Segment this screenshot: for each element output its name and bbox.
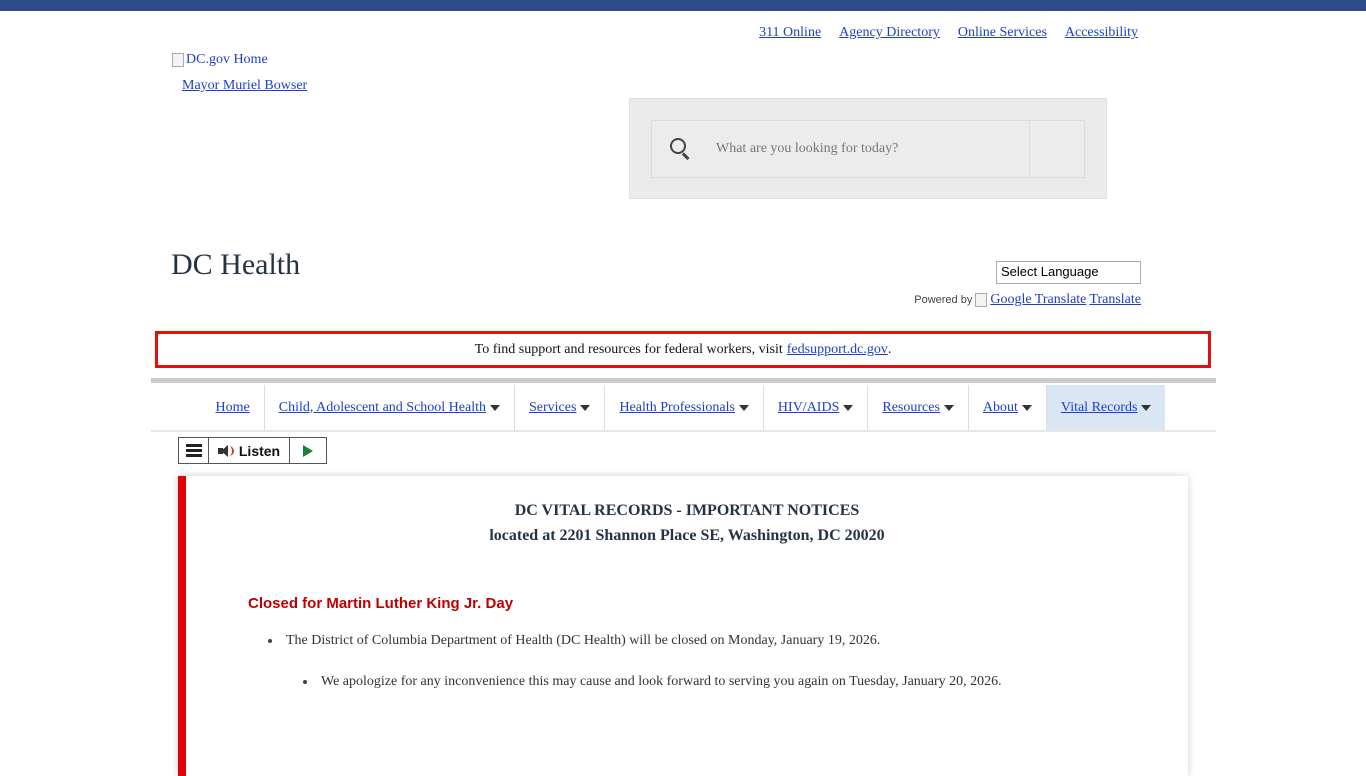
language-select[interactable]: Select Language <box>996 261 1141 284</box>
nav-label[interactable]: Services <box>529 400 576 416</box>
listen-label: Listen <box>238 442 281 459</box>
nav-label[interactable]: Child, Adolescent and School Health <box>279 400 486 416</box>
list-item: We apologize for any inconvenience this … <box>303 674 1002 690</box>
play-icon[interactable] <box>290 438 326 463</box>
nav-label[interactable]: Vital Records <box>1061 400 1138 416</box>
caret-down-icon[interactable] <box>738 404 749 411</box>
mayor-link[interactable]: Mayor Muriel Bowser <box>182 78 307 93</box>
broken-image-icon <box>172 53 184 67</box>
alert-suffix: . <box>887 341 892 357</box>
alert-text: To find support and resources for federa… <box>474 341 783 357</box>
menu-icon[interactable] <box>179 438 209 463</box>
notice-title-line1: DC VITAL RECORDS - IMPORTANT NOTICES <box>514 502 860 519</box>
nav-item-services[interactable]: Services <box>515 385 606 430</box>
list-item-text: We apologize for any inconvenience this … <box>321 674 1002 689</box>
dc-gov-home-logo[interactable]: DC.gov Home <box>172 52 268 68</box>
mayor-link-wrap: Mayor Muriel Bowser <box>182 78 307 94</box>
nav-label[interactable]: Resources <box>882 400 940 416</box>
notice-title-line2: located at 2201 Shannon Place SE, Washin… <box>489 527 885 544</box>
nav-label[interactable]: Health Professionals <box>619 400 734 416</box>
nav-item-home[interactable]: Home <box>202 385 265 430</box>
bullet-icon <box>268 639 272 643</box>
link-agency-directory[interactable]: Agency Directory <box>839 25 940 41</box>
nav-item-child-adolescent-school-health[interactable]: Child, Adolescent and School Health <box>265 385 515 430</box>
caret-down-icon[interactable] <box>843 404 854 411</box>
speaker-icon <box>217 444 234 457</box>
caret-down-icon[interactable] <box>943 404 954 411</box>
search-input[interactable] <box>716 141 1006 157</box>
bullet-icon <box>303 680 307 684</box>
caret-down-icon[interactable] <box>490 404 500 411</box>
search-icon[interactable] <box>670 138 692 160</box>
fedsupport-link[interactable]: fedsupport.dc.gov <box>787 342 888 358</box>
notice-card: DC VITAL RECORDS - IMPORTANT NOTICES loc… <box>178 476 1188 776</box>
nav-item-vital-records[interactable]: Vital Records <box>1046 385 1166 430</box>
nav-label[interactable]: About <box>983 400 1018 416</box>
caret-down-icon[interactable] <box>580 404 591 411</box>
federal-workers-alert: To find support and resources for federa… <box>155 331 1211 368</box>
caret-down-icon[interactable] <box>1141 404 1152 411</box>
top-accent-bar <box>0 0 1366 11</box>
dc-gov-home-alt-text[interactable]: DC.gov Home <box>186 52 268 68</box>
nav-divider <box>151 430 1216 432</box>
link-311-online[interactable]: 311 Online <box>759 25 821 41</box>
nav-label[interactable]: Home <box>216 400 250 416</box>
nav-item-about[interactable]: About <box>969 385 1047 430</box>
translate-link[interactable]: Translate <box>1089 292 1141 308</box>
nav-item-health-professionals[interactable]: Health Professionals <box>605 385 764 430</box>
list-item: The District of Columbia Department of H… <box>268 633 880 649</box>
google-translate-alt[interactable]: Google Translate <box>990 292 1086 308</box>
nav-divider <box>151 378 1216 383</box>
nav-label[interactable]: HIV/AIDS <box>778 400 839 416</box>
main-nav: Home Child, Adolescent and School Health… <box>151 385 1216 430</box>
readspeaker-toolbar: Listen <box>178 437 327 464</box>
nav-item-resources[interactable]: Resources <box>868 385 969 430</box>
powered-by-label: Powered by <box>914 294 973 306</box>
notice-title: DC VITAL RECORDS - IMPORTANT NOTICES loc… <box>186 498 1188 548</box>
page-title: DC Health <box>171 248 301 281</box>
listen-button[interactable]: Listen <box>209 438 290 463</box>
list-item-text: The District of Columbia Department of H… <box>286 633 881 648</box>
closed-heading: Closed for Martin Luther King Jr. Day <box>248 595 514 612</box>
powered-by-google: Powered by Google Translate Translate <box>914 292 1141 308</box>
caret-down-icon[interactable] <box>1021 404 1032 411</box>
link-online-services[interactable]: Online Services <box>958 25 1047 41</box>
link-accessibility[interactable]: Accessibility <box>1065 25 1138 41</box>
search-panel <box>629 98 1107 199</box>
nav-item-hiv-aids[interactable]: HIV/AIDS <box>764 385 869 430</box>
search-submit-button[interactable] <box>1029 121 1084 177</box>
utility-nav: 311 Online Agency Directory Online Servi… <box>759 25 1138 41</box>
search-box <box>651 120 1085 178</box>
google-logo-icon <box>975 293 988 307</box>
